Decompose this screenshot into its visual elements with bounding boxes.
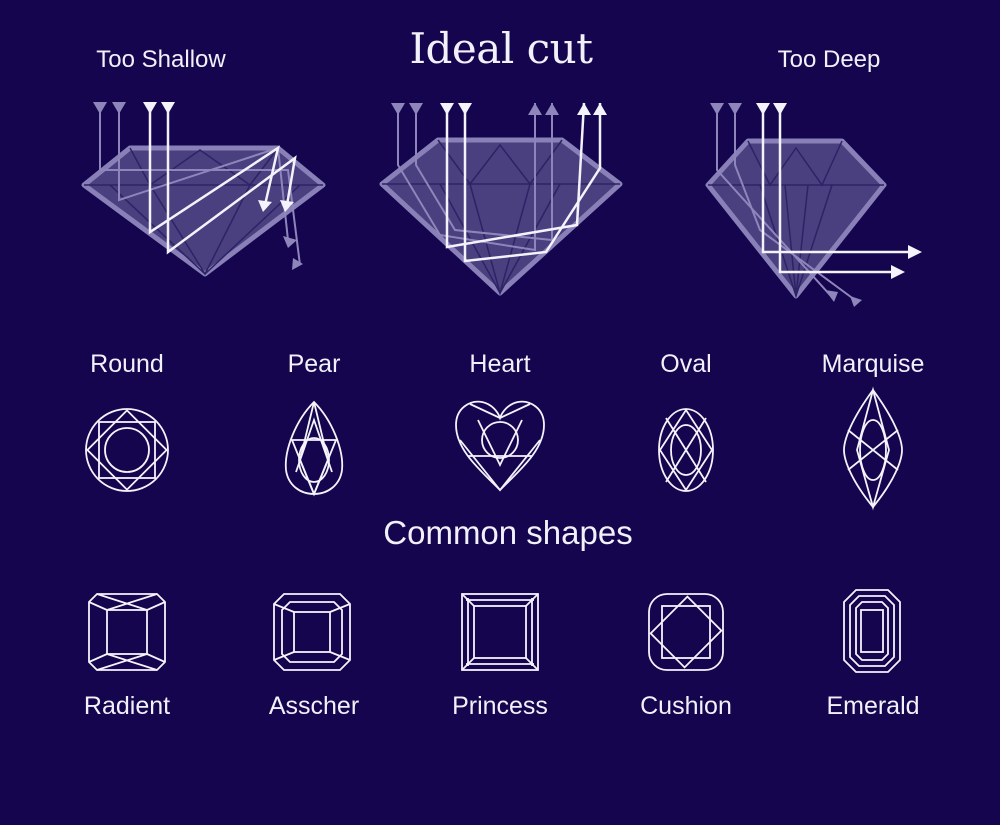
section-title: Common shapes (383, 514, 633, 551)
ideal-cut-diagram (379, 102, 623, 296)
diamond-body (379, 137, 623, 296)
princess-shape-icon (461, 593, 539, 671)
oval-shape-icon (658, 408, 714, 492)
shape-label-marquise: Marquise (821, 350, 925, 378)
round-shape-icon (85, 408, 169, 492)
radiant-shape-icon (88, 593, 166, 671)
shape-label-pear: Pear (287, 350, 341, 378)
marquise-shape-icon (843, 386, 903, 511)
pear-shape-icon (284, 400, 344, 497)
shape-label-emerald: Emerald (826, 692, 920, 720)
shape-label-heart: Heart (469, 350, 531, 378)
shape-label-asscher: Asscher (268, 692, 360, 720)
asscher-shape-icon (273, 593, 351, 671)
shape-label-radient: Radient (83, 692, 171, 720)
shape-label-round: Round (90, 350, 164, 378)
too-deep-diagram (705, 103, 922, 307)
heart-shape-icon (455, 400, 545, 492)
shape-label-cushion: Cushion (640, 692, 732, 720)
shape-label-oval: Oval (660, 350, 712, 378)
emerald-shape-icon (843, 589, 901, 673)
cushion-shape-icon (648, 593, 724, 671)
shape-label-princess: Princess (452, 692, 548, 720)
too-shallow-diagram (81, 102, 326, 277)
